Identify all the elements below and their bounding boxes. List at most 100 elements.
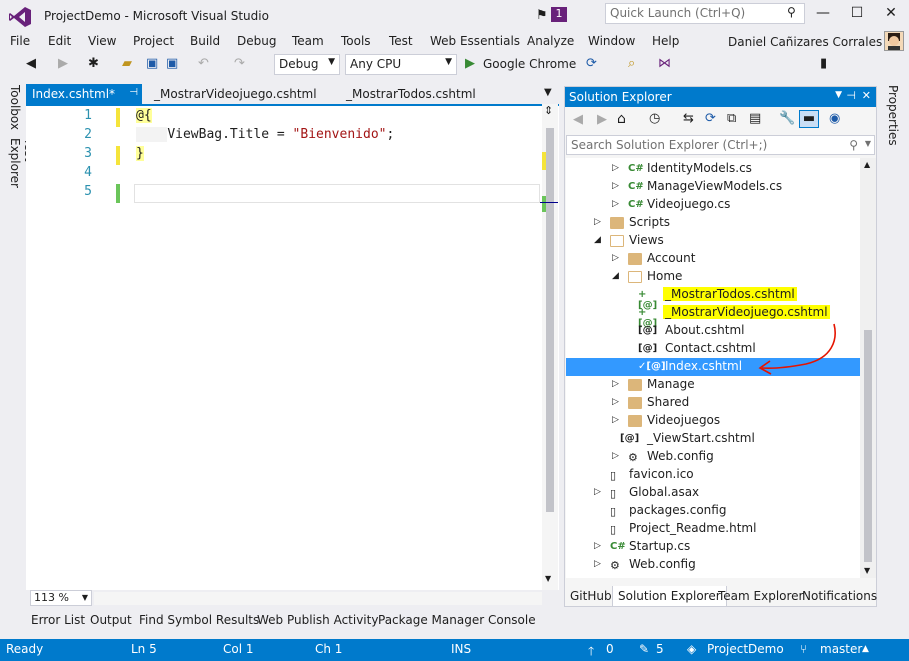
tab-overflow-chevron-icon[interactable]: ▼ [544, 87, 552, 98]
open-file-icon[interactable]: ▰ [122, 56, 138, 72]
collapsed-arrow-icon[interactable]: ▷ [612, 253, 619, 263]
properties-tab[interactable]: Properties [886, 85, 900, 146]
start-debug-icon[interactable]: ▶ [465, 56, 481, 72]
tree-item[interactable]: ▷ Videojuegos [566, 412, 860, 430]
scroll-thumb[interactable] [864, 330, 872, 562]
home-icon[interactable]: ⌂ [617, 111, 626, 127]
solution-platform-select[interactable]: Any CPU ▼ [345, 54, 457, 75]
chevron-down-icon[interactable]: ▼ [865, 139, 871, 148]
tab-web-publish-activity[interactable]: Web Publish Activity [257, 613, 378, 627]
editor-horizontal-scrollbar[interactable] [94, 592, 542, 605]
refresh-icon[interactable]: ⟳ [705, 111, 716, 126]
tab-find-symbol-results[interactable]: Find Symbol Results [139, 613, 259, 627]
collapsed-arrow-icon[interactable]: ▷ [612, 199, 619, 209]
tree-item[interactable]: [@] _ViewStart.cshtml [566, 430, 860, 448]
editor-vertical-scrollbar[interactable]: ⇕ ▼ [540, 104, 558, 590]
collapsed-arrow-icon[interactable]: ▷ [594, 487, 601, 497]
tree-item[interactable]: ◢ Home [566, 268, 860, 286]
tree-item[interactable]: ▷ Scripts [566, 214, 860, 232]
collapsed-arrow-icon[interactable]: ▷ [612, 451, 619, 461]
save-all-icon[interactable]: ▣ [166, 56, 182, 72]
avatar[interactable] [884, 31, 904, 51]
menu-tools[interactable]: Tools [341, 34, 371, 48]
bookmark-icon[interactable]: ▮ [820, 56, 836, 72]
tree-item[interactable]: ▷ ▯ Global.asax [566, 484, 860, 502]
toolbox-tab[interactable]: Toolbox [8, 85, 22, 130]
close-button[interactable]: ✕ [874, 0, 908, 26]
preview-selected-items-icon[interactable]: ▬ [799, 110, 819, 128]
collapsed-arrow-icon[interactable]: ▷ [612, 415, 619, 425]
tree-item[interactable]: ▷ Account [566, 250, 860, 268]
notifications-flag[interactable]: ⚑ 1 [536, 6, 570, 24]
menu-debug[interactable]: Debug [237, 34, 276, 48]
tree-item[interactable]: ▷ C# IdentityModels.cs [566, 160, 860, 178]
zoom-select[interactable]: 113 % ▼ [30, 590, 92, 606]
scroll-down-icon[interactable]: ▼ [545, 574, 551, 583]
undo-icon[interactable]: ↶ [198, 56, 214, 72]
menu-edit[interactable]: Edit [48, 34, 71, 48]
menu-build[interactable]: Build [190, 34, 220, 48]
menu-view[interactable]: View [88, 34, 116, 48]
tree-item[interactable]: ▷ ⚙ Web.config [566, 448, 860, 466]
collapsed-arrow-icon[interactable]: ▷ [594, 217, 601, 227]
save-icon[interactable]: ▣ [146, 56, 162, 72]
find-in-files-icon[interactable]: ⌕ [628, 56, 644, 72]
scroll-down-icon[interactable]: ▼ [864, 566, 870, 575]
chevron-down-icon[interactable]: ▼ [835, 90, 842, 100]
tab-mostrar-todos[interactable]: _MostrarTodos.cshtml [340, 84, 482, 105]
collapsed-arrow-icon[interactable]: ▷ [612, 397, 619, 407]
menu-test[interactable]: Test [389, 34, 413, 48]
collapsed-arrow-icon[interactable]: ▷ [594, 559, 601, 569]
show-all-files-icon[interactable]: ▤ [749, 111, 761, 126]
tree-item[interactable]: ▷ ⚙ Web.config [566, 556, 860, 574]
close-icon[interactable]: ✕ [862, 89, 871, 102]
new-project-icon[interactable]: ✱ [88, 56, 104, 72]
menu-analyze[interactable]: Analyze [527, 34, 574, 48]
tab-github[interactable]: GitHub [565, 586, 617, 607]
tab-package-manager-console[interactable]: Package Manager Console [378, 613, 536, 627]
solution-explorer-search-input[interactable]: Search Solution Explorer (Ctrl+;) ⚲ ▼ [566, 135, 875, 155]
tab-index-cshtml[interactable]: Index.cshtml* ⊣ [26, 84, 142, 105]
pin-icon[interactable]: ⊣ [129, 87, 138, 98]
collapsed-arrow-icon[interactable]: ▷ [612, 181, 619, 191]
solution-tree-scrollbar[interactable]: ▲ ▼ [860, 158, 876, 578]
branch-name[interactable]: master [820, 642, 862, 656]
back-icon[interactable]: ◀ [573, 112, 583, 127]
tab-error-list[interactable]: Error List [31, 613, 85, 627]
scroll-thumb[interactable] [546, 128, 554, 512]
tree-item[interactable]: ▯ Project_Readme.html [566, 520, 860, 538]
solution-configuration-select[interactable]: Debug ▼ [274, 54, 340, 75]
tree-item[interactable]: ▷ C# Startup.cs [566, 538, 860, 556]
minimize-button[interactable]: — [806, 0, 840, 26]
unpublished-commits[interactable]: 0 [606, 642, 614, 656]
forward-icon[interactable]: ▶ [597, 112, 607, 127]
sync-with-document-icon[interactable]: ⇆ [683, 111, 694, 126]
tab-mostrar-videojuego[interactable]: _MostrarVideojuego.cshtml [148, 84, 323, 105]
tab-output[interactable]: Output [90, 613, 132, 627]
browser-link-icon[interactable]: ◉ [829, 111, 840, 126]
tab-team-explorer[interactable]: Team Explorer [713, 586, 809, 607]
tree-item[interactable]: ▷ Shared [566, 394, 860, 412]
properties-wrench-icon[interactable]: 🔧 [779, 111, 795, 126]
tree-item[interactable]: ▯ favicon.ico [566, 466, 860, 484]
collapsed-arrow-icon[interactable]: ▷ [612, 163, 619, 173]
collapsed-arrow-icon[interactable]: ▷ [594, 541, 601, 551]
tab-notifications[interactable]: Notifications [797, 586, 882, 607]
navigate-back-icon[interactable]: ◀ [26, 56, 42, 72]
user-name[interactable]: Daniel Cañizares Corrales [728, 35, 882, 49]
menu-team[interactable]: Team [292, 34, 324, 48]
tree-item[interactable]: ▷ C# ManageViewModels.cs [566, 178, 860, 196]
expanded-arrow-icon[interactable]: ◢ [612, 271, 619, 281]
redo-icon[interactable]: ↷ [234, 56, 250, 72]
visual-studio-extension-icon[interactable]: ⋈ [658, 56, 674, 72]
pending-changes-count[interactable]: 5 [656, 642, 664, 656]
collapse-all-icon[interactable]: ⧉ [727, 111, 736, 126]
menu-web-essentials[interactable]: Web Essentials [430, 34, 520, 48]
repository-name[interactable]: ProjectDemo [707, 642, 784, 656]
split-editor-icon[interactable]: ⇕ [544, 104, 553, 117]
tree-item[interactable]: ▷ C# Videojuego.cs [566, 196, 860, 214]
expanded-arrow-icon[interactable]: ◢ [594, 235, 601, 245]
pin-icon[interactable]: ⊣ [846, 89, 856, 102]
maximize-button[interactable]: ☐ [840, 0, 874, 26]
navigate-forward-icon[interactable]: ▶ [58, 56, 74, 72]
